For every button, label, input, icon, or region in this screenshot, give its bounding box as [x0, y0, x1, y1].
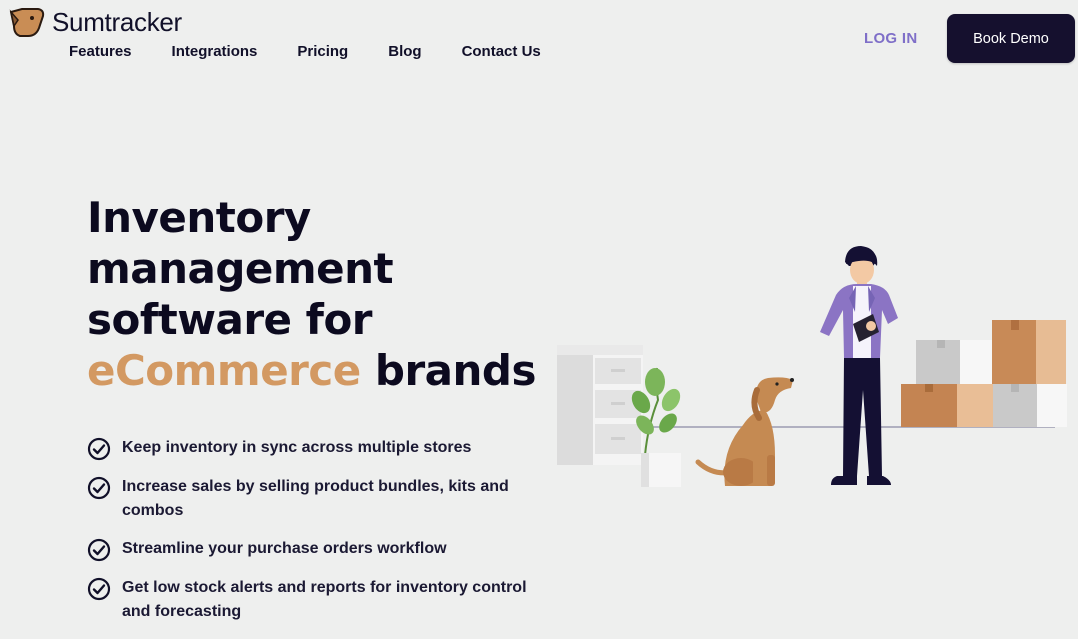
person-illustration [820, 246, 898, 485]
feature-text: Streamline your purchase orders workflow [122, 540, 447, 557]
feature-item: Get low stock alerts and reports for inv… [87, 576, 557, 624]
check-circle-icon [87, 437, 111, 461]
boxes-illustration [901, 320, 1067, 427]
main-nav: Features Integrations Pricing Blog Conta… [69, 43, 581, 60]
feature-item: Increase sales by selling product bundle… [87, 475, 557, 523]
nav-item-contact-us[interactable]: Contact Us [462, 43, 541, 60]
hero-title: Inventory management software for eComme… [87, 192, 537, 396]
nav-item-pricing[interactable]: Pricing [297, 43, 348, 60]
check-circle-icon [87, 476, 111, 500]
feature-list: Keep inventory in sync across multiple s… [87, 436, 557, 638]
feature-text: Get low stock alerts and reports for inv… [122, 579, 527, 620]
brand-name: Sumtracker [52, 6, 182, 37]
nav-item-features[interactable]: Features [69, 43, 132, 60]
dog-illustration [695, 377, 794, 486]
book-demo-button[interactable]: Book Demo [947, 14, 1075, 63]
nav-item-integrations[interactable]: Integrations [172, 43, 258, 60]
hero-title-line-3: software for [87, 295, 373, 344]
hero-title-line-1: Inventory [87, 193, 311, 242]
check-circle-icon [87, 577, 111, 601]
hero-title-end: brands [374, 346, 537, 395]
feature-text: Increase sales by selling product bundle… [122, 478, 509, 519]
dog-head-icon [9, 8, 45, 37]
brand-logo[interactable]: Sumtracker [8, 6, 182, 38]
hero-title-accent: eCommerce [87, 346, 361, 395]
check-circle-icon [87, 538, 111, 562]
warehouse-illustration [557, 246, 1067, 487]
login-link[interactable]: LOG IN [864, 30, 917, 47]
feature-item: Keep inventory in sync across multiple s… [87, 436, 557, 461]
feature-text: Keep inventory in sync across multiple s… [122, 439, 472, 456]
cabinet-illustration [557, 345, 643, 465]
feature-item: Streamline your purchase orders workflow [87, 537, 557, 562]
hero-title-line-2: management [87, 244, 394, 293]
nav-item-blog[interactable]: Blog [388, 43, 421, 60]
